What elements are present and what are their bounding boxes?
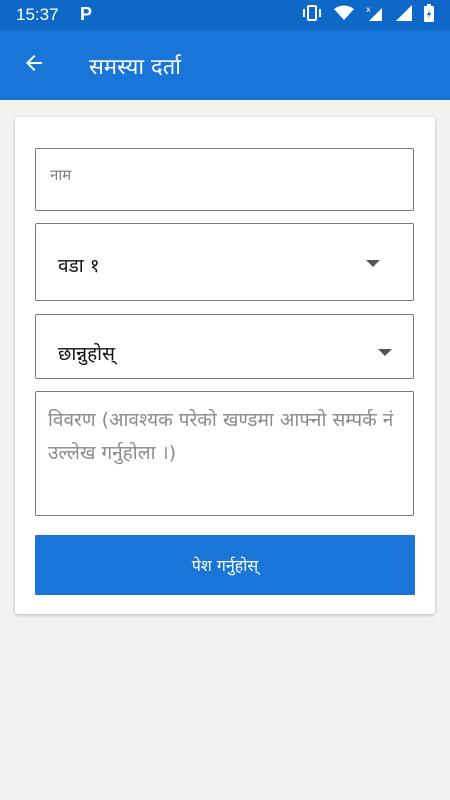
dropdown-arrow-icon bbox=[378, 349, 392, 356]
status-bar: 15:37 P x bbox=[0, 0, 450, 30]
page-title: समस्या दर्ता bbox=[89, 55, 181, 80]
status-icons: x bbox=[302, 4, 434, 26]
dropdown-arrow-icon bbox=[366, 260, 380, 267]
description-input[interactable] bbox=[46, 402, 408, 511]
vibrate-icon bbox=[302, 5, 322, 25]
category-select-value: छान्नुहोस् bbox=[58, 343, 115, 365]
description-field-container bbox=[35, 391, 414, 516]
battery-charging-icon bbox=[424, 4, 434, 26]
wifi-icon bbox=[334, 5, 354, 25]
ward-select-value: वडा १ bbox=[58, 255, 100, 277]
name-field-container bbox=[35, 148, 414, 211]
category-select[interactable]: छान्नुहोस् bbox=[35, 314, 414, 379]
back-button[interactable] bbox=[14, 45, 54, 85]
arrow-left-icon bbox=[22, 51, 46, 79]
ward-select[interactable]: वडा १ bbox=[35, 223, 414, 301]
complaint-form-card: वडा १ छान्नुहोस् पेश गर्नुहोस् bbox=[15, 117, 435, 614]
app-bar: समस्या दर्ता bbox=[0, 30, 450, 100]
name-input[interactable] bbox=[48, 159, 402, 191]
status-time: 15:37 bbox=[16, 5, 59, 24]
submit-button[interactable]: पेश गर्नुहोस् bbox=[35, 535, 415, 595]
svg-text:x: x bbox=[366, 5, 371, 14]
app-notification-indicator: P bbox=[80, 4, 93, 24]
signal-no-data-icon: x bbox=[366, 5, 384, 25]
signal-icon bbox=[396, 5, 412, 25]
